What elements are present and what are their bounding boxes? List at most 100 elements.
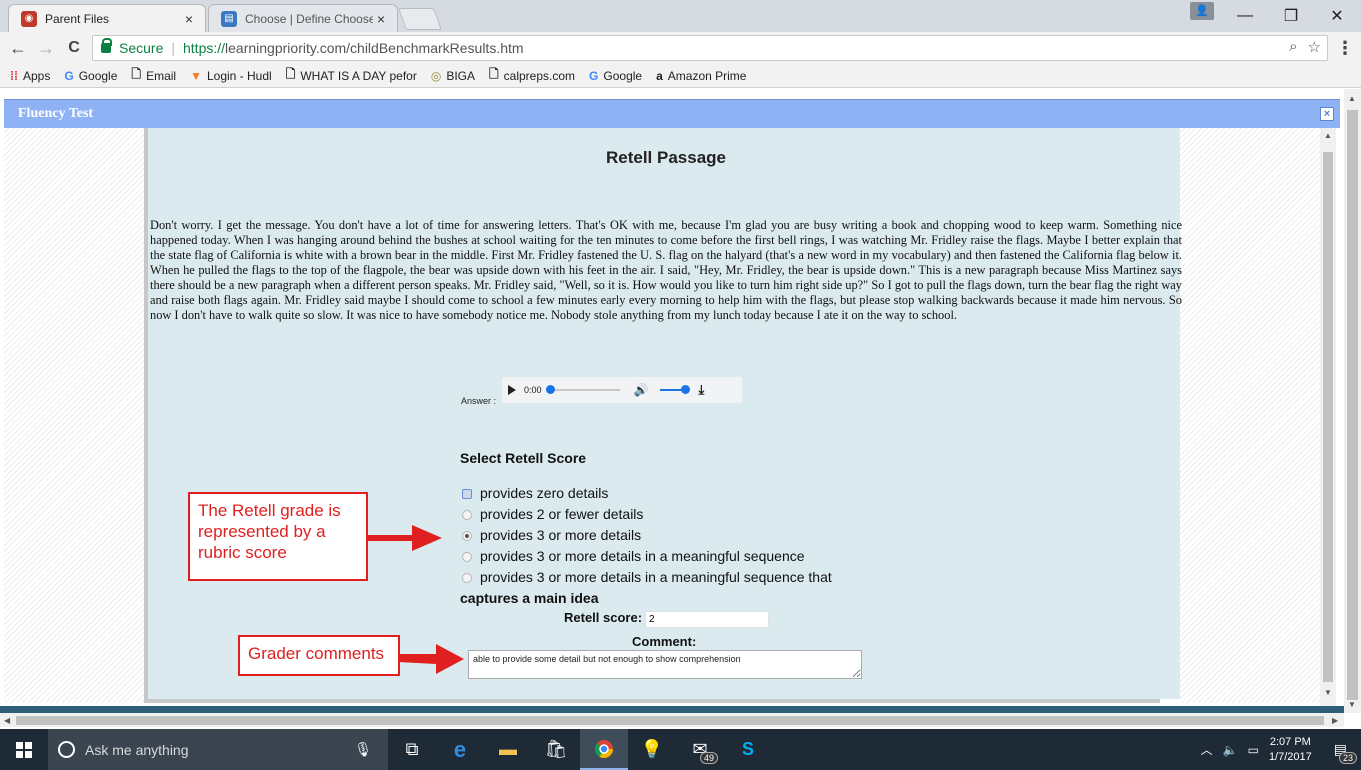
comment-label: Comment:	[632, 634, 697, 649]
horizontal-scrollbar-thumb[interactable]	[16, 716, 1324, 725]
option-label: provides 2 or fewer details	[480, 506, 644, 522]
audio-time: 0:00	[524, 385, 542, 395]
progress-handle[interactable]	[545, 385, 555, 394]
close-icon[interactable]: ×	[373, 11, 389, 27]
start-button[interactable]	[0, 729, 48, 770]
retell-option[interactable]: provides 3 or more details	[462, 525, 832, 546]
chrome-logo-icon	[594, 739, 613, 758]
microphone-icon[interactable]: 🎙	[354, 741, 372, 758]
bookmark-label: Google	[78, 68, 118, 83]
close-icon[interactable]: ×	[181, 11, 197, 27]
scroll-left-arrow[interactable]: ◀	[4, 716, 10, 725]
bookmark-hudl[interactable]: ▼ Login - Hudl	[190, 69, 272, 83]
hudl-icon: ▼	[190, 68, 202, 83]
bookmark-label: BIGA	[446, 68, 476, 83]
volume-icon[interactable]: 🔊	[634, 383, 649, 397]
page-viewport: Fluency Test × Retell Passage Don't worr…	[0, 89, 1344, 713]
option-label: provides 3 or more details in a meaningf…	[480, 548, 805, 564]
store-icon[interactable]: 🛍	[532, 729, 580, 770]
radio-zero-details[interactable]	[462, 488, 472, 499]
tab-parent-files[interactable]: ◉ Parent Files ×	[8, 4, 206, 32]
bookmark-apps[interactable]: ⁞⁞ Apps	[10, 69, 50, 83]
modal-scrollbar-thumb[interactable]	[1323, 152, 1333, 682]
radio-2-or-fewer[interactable]	[462, 509, 472, 520]
address-bar[interactable]: Secure | https:// learningpriority.com/c…	[92, 35, 1328, 61]
file-explorer-icon[interactable]: ▬	[484, 729, 532, 770]
bookmark-amazon-prime[interactable]: a Amazon Prime	[656, 69, 746, 83]
retell-score-input[interactable]	[645, 611, 769, 628]
download-icon[interactable]: ⤓	[698, 382, 704, 398]
window-close-button[interactable]: ✕	[1314, 0, 1360, 32]
option-label: provides zero details	[480, 485, 609, 501]
comment-textarea[interactable]: able to provide some detail but not enou…	[468, 650, 862, 679]
lightbulb-icon[interactable]: 💡	[628, 729, 676, 770]
notification-center-icon[interactable]: ▤ 23	[1334, 741, 1357, 764]
option-label: provides 3 or more details	[480, 527, 642, 543]
volume-handle[interactable]	[681, 385, 691, 394]
bookmark-biga[interactable]: ◎ BIGA	[431, 69, 475, 83]
network-icon[interactable]: ▭	[1248, 743, 1259, 757]
retell-score-title: Select Retell Score	[460, 450, 587, 466]
google-icon: G	[589, 68, 599, 83]
audio-progress-slider[interactable]	[545, 385, 620, 394]
speaker-icon[interactable]: 🔈	[1223, 743, 1238, 757]
mail-icon[interactable]: ✉ 49	[676, 729, 724, 770]
page-icon: 🗋	[285, 67, 296, 81]
retell-option[interactable]: provides 2 or fewer details	[462, 504, 832, 525]
cortana-icon	[58, 741, 75, 758]
modal-close-button[interactable]: ×	[1320, 107, 1334, 121]
url-scheme: https://	[183, 40, 226, 56]
minimize-button[interactable]: —	[1222, 0, 1268, 32]
bookmark-email[interactable]: 🗋 Email	[131, 65, 176, 86]
new-tab-button[interactable]	[397, 8, 443, 30]
cortana-search-box[interactable]: Ask me anything 🎙	[48, 729, 388, 770]
scroll-down-arrow[interactable]: ▼	[1348, 700, 1356, 709]
dictionary-icon: ▤	[221, 10, 237, 27]
star-icon[interactable]: ☆	[1308, 38, 1321, 56]
tab-choose-define[interactable]: ▤ Choose | Define Choose ×	[208, 4, 398, 32]
page-scrollbar-thumb[interactable]	[1347, 110, 1358, 700]
forward-button[interactable]: →	[32, 34, 60, 62]
skype-icon[interactable]: S	[724, 729, 772, 770]
chrome-icon[interactable]	[580, 729, 628, 770]
play-icon[interactable]	[508, 385, 516, 395]
windows-taskbar: Ask me anything 🎙 ⧉ e ▬ 🛍 💡 ✉ 49 S ︿ 🔈 ▭ …	[0, 729, 1361, 770]
clock[interactable]: 2:07 PM 1/7/2017	[1269, 735, 1312, 765]
browser-toolbar: ← → C Secure | https:// learningpriority…	[0, 32, 1361, 64]
background-pattern-right	[1180, 128, 1320, 703]
zoom-icon[interactable]: ⌕	[1289, 38, 1297, 56]
volume-slider[interactable]	[660, 385, 691, 394]
tab-title: Choose | Define Choose	[245, 11, 373, 26]
edge-icon[interactable]: e	[436, 729, 484, 770]
maximize-button[interactable]: ❐	[1268, 0, 1314, 32]
tab-title: Parent Files	[45, 11, 110, 26]
profile-icon[interactable]: 👤	[1190, 2, 1214, 20]
retell-option[interactable]: provides zero details	[462, 483, 832, 504]
radio-main-idea[interactable]	[462, 572, 472, 583]
secure-indicator[interactable]: Secure	[101, 38, 163, 56]
radio-meaningful-sequence[interactable]	[462, 551, 472, 562]
bookmark-google[interactable]: G Google	[64, 69, 117, 83]
audio-player[interactable]: 0:00 🔊 ⤓	[502, 377, 742, 403]
modal-scroll-up-arrow[interactable]: ▲	[1324, 131, 1332, 140]
back-button[interactable]: ←	[4, 34, 32, 62]
retell-option[interactable]: provides 3 or more details in a meaningf…	[462, 546, 832, 567]
retell-option[interactable]: provides 3 or more details in a meaningf…	[462, 567, 832, 588]
scroll-right-arrow[interactable]: ▶	[1332, 716, 1338, 725]
bookmark-google-2[interactable]: G Google	[589, 69, 642, 83]
option-continuation: captures a main idea	[460, 590, 599, 606]
modal-scroll-down-arrow[interactable]: ▼	[1324, 688, 1332, 697]
bookmark-label: Login - Hudl	[206, 68, 272, 83]
radio-3-or-more[interactable]	[462, 530, 472, 541]
scroll-up-arrow[interactable]: ▲	[1348, 94, 1356, 103]
page-icon: 🗋	[131, 67, 142, 81]
bookmark-calpreps[interactable]: 🗋 calpreps.com	[489, 65, 575, 86]
menu-button[interactable]: ⋮	[1331, 34, 1359, 62]
amazon-icon: a	[656, 68, 663, 83]
task-view-icon[interactable]: ⧉	[388, 729, 436, 770]
reload-button[interactable]: C	[60, 34, 88, 62]
annotation-arrow-rubric	[366, 525, 442, 551]
chevron-up-icon[interactable]: ︿	[1201, 741, 1213, 758]
notification-badge: 23	[1338, 752, 1357, 764]
bookmark-what-is-a-day[interactable]: 🗋 WHAT IS A DAY pefor	[286, 65, 417, 86]
